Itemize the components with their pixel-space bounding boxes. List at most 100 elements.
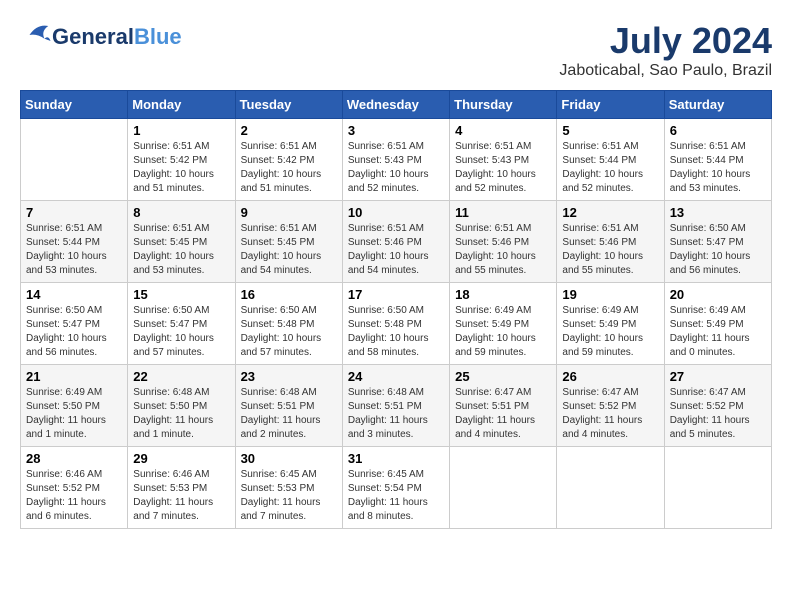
day-number: 4 [455,123,551,138]
calendar-cell: 15 Sunrise: 6:50 AM Sunset: 5:47 PM Dayli… [128,283,235,365]
day-number: 25 [455,369,551,384]
day-number: 17 [348,287,444,302]
calendar-cell: 23 Sunrise: 6:48 AM Sunset: 5:51 PM Dayli… [235,365,342,447]
page-header: GeneralBlue July 2024 Jaboticabal, Sao P… [20,20,772,80]
calendar-cell: 13 Sunrise: 6:50 AM Sunset: 5:47 PM Dayli… [664,201,771,283]
location: Jaboticabal, Sao Paulo, Brazil [559,62,772,80]
day-info: Sunrise: 6:51 AM Sunset: 5:44 PM Dayligh… [670,140,766,196]
calendar-cell: 27Sunrise: 6:47 AM Sunset: 5:52 PM Dayli… [664,365,771,447]
calendar-cell: 1Sunrise: 6:51 AM Sunset: 5:42 PM Daylig… [128,119,235,201]
day-number: 6 [670,123,766,138]
day-number: 11 [455,205,551,220]
calendar-cell: 12 Sunrise: 6:51 AM Sunset: 5:46 PM Dayli… [557,201,664,283]
day-info: Sunrise: 6:51 AM Sunset: 5:46 PM Dayligh… [562,222,658,278]
day-number: 21 [26,369,122,384]
day-info: Sunrise: 6:51 AM Sunset: 5:45 PM Dayligh… [241,222,337,278]
day-info: Sunrise: 6:45 AM Sunset: 5:54 PM Dayligh… [348,468,444,524]
day-info: Sunrise: 6:51 AM Sunset: 5:43 PM Dayligh… [348,140,444,196]
month-title: July 2024 [559,20,772,62]
calendar-cell: 22 Sunrise: 6:48 AM Sunset: 5:50 PM Dayli… [128,365,235,447]
calendar-cell: 3 Sunrise: 6:51 AM Sunset: 5:43 PM Daylig… [342,119,449,201]
calendar-table: SundayMondayTuesdayWednesdayThursdayFrid… [20,90,772,529]
calendar-cell: 10 Sunrise: 6:51 AM Sunset: 5:46 PM Dayli… [342,201,449,283]
logo: GeneralBlue [20,20,182,55]
day-info: Sunrise: 6:47 AM Sunset: 5:51 PM Dayligh… [455,386,551,442]
day-number: 3 [348,123,444,138]
logo-bird-icon [22,20,52,50]
calendar-cell: 30Sunrise: 6:45 AM Sunset: 5:53 PM Dayli… [235,447,342,529]
calendar-week-5: 28 Sunrise: 6:46 AM Sunset: 5:52 PM Dayli… [21,447,772,529]
calendar-cell [21,119,128,201]
calendar-cell [557,447,664,529]
column-header-wednesday: Wednesday [342,91,449,119]
day-number: 9 [241,205,337,220]
day-number: 7 [26,205,122,220]
calendar-week-1: 1Sunrise: 6:51 AM Sunset: 5:42 PM Daylig… [21,119,772,201]
day-info: Sunrise: 6:50 AM Sunset: 5:48 PM Dayligh… [348,304,444,360]
day-number: 22 [133,369,229,384]
calendar-week-2: 7Sunrise: 6:51 AM Sunset: 5:44 PM Daylig… [21,201,772,283]
calendar-cell: 2 Sunrise: 6:51 AM Sunset: 5:42 PM Daylig… [235,119,342,201]
calendar-cell: 5 Sunrise: 6:51 AM Sunset: 5:44 PM Daylig… [557,119,664,201]
header-row: SundayMondayTuesdayWednesdayThursdayFrid… [21,91,772,119]
calendar-cell: 11Sunrise: 6:51 AM Sunset: 5:46 PM Dayli… [450,201,557,283]
calendar-cell: 31 Sunrise: 6:45 AM Sunset: 5:54 PM Dayli… [342,447,449,529]
day-info: Sunrise: 6:51 AM Sunset: 5:45 PM Dayligh… [133,222,229,278]
day-info: Sunrise: 6:49 AM Sunset: 5:49 PM Dayligh… [670,304,766,360]
day-number: 19 [562,287,658,302]
day-info: Sunrise: 6:50 AM Sunset: 5:47 PM Dayligh… [670,222,766,278]
calendar-cell [664,447,771,529]
column-header-thursday: Thursday [450,91,557,119]
calendar-cell: 7Sunrise: 6:51 AM Sunset: 5:44 PM Daylig… [21,201,128,283]
calendar-cell: 9 Sunrise: 6:51 AM Sunset: 5:45 PM Daylig… [235,201,342,283]
day-number: 28 [26,451,122,466]
day-number: 10 [348,205,444,220]
calendar-cell: 8 Sunrise: 6:51 AM Sunset: 5:45 PM Daylig… [128,201,235,283]
day-number: 13 [670,205,766,220]
column-header-monday: Monday [128,91,235,119]
calendar-cell: 25 Sunrise: 6:47 AM Sunset: 5:51 PM Dayli… [450,365,557,447]
calendar-cell: 28 Sunrise: 6:46 AM Sunset: 5:52 PM Dayli… [21,447,128,529]
day-info: Sunrise: 6:48 AM Sunset: 5:51 PM Dayligh… [241,386,337,442]
day-info: Sunrise: 6:48 AM Sunset: 5:50 PM Dayligh… [133,386,229,442]
calendar-cell: 6 Sunrise: 6:51 AM Sunset: 5:44 PM Daylig… [664,119,771,201]
day-number: 23 [241,369,337,384]
day-number: 24 [348,369,444,384]
day-info: Sunrise: 6:50 AM Sunset: 5:48 PM Dayligh… [241,304,337,360]
day-number: 15 [133,287,229,302]
calendar-header: SundayMondayTuesdayWednesdayThursdayFrid… [21,91,772,119]
calendar-cell: 19Sunrise: 6:49 AM Sunset: 5:49 PM Dayli… [557,283,664,365]
logo-text: GeneralBlue [52,25,182,49]
day-info: Sunrise: 6:51 AM Sunset: 5:44 PM Dayligh… [562,140,658,196]
day-info: Sunrise: 6:51 AM Sunset: 5:43 PM Dayligh… [455,140,551,196]
day-info: Sunrise: 6:47 AM Sunset: 5:52 PM Dayligh… [562,386,658,442]
day-info: Sunrise: 6:46 AM Sunset: 5:53 PM Dayligh… [133,468,229,524]
day-number: 12 [562,205,658,220]
day-number: 29 [133,451,229,466]
day-number: 5 [562,123,658,138]
day-info: Sunrise: 6:50 AM Sunset: 5:47 PM Dayligh… [26,304,122,360]
title-block: July 2024 Jaboticabal, Sao Paulo, Brazil [559,20,772,80]
day-info: Sunrise: 6:48 AM Sunset: 5:51 PM Dayligh… [348,386,444,442]
day-number: 18 [455,287,551,302]
day-info: Sunrise: 6:46 AM Sunset: 5:52 PM Dayligh… [26,468,122,524]
day-info: Sunrise: 6:45 AM Sunset: 5:53 PM Dayligh… [241,468,337,524]
calendar-cell [450,447,557,529]
column-header-sunday: Sunday [21,91,128,119]
calendar-cell: 21Sunrise: 6:49 AM Sunset: 5:50 PM Dayli… [21,365,128,447]
day-info: Sunrise: 6:47 AM Sunset: 5:52 PM Dayligh… [670,386,766,442]
day-number: 14 [26,287,122,302]
day-info: Sunrise: 6:50 AM Sunset: 5:47 PM Dayligh… [133,304,229,360]
day-number: 20 [670,287,766,302]
day-info: Sunrise: 6:51 AM Sunset: 5:46 PM Dayligh… [348,222,444,278]
calendar-week-4: 21Sunrise: 6:49 AM Sunset: 5:50 PM Dayli… [21,365,772,447]
day-info: Sunrise: 6:51 AM Sunset: 5:42 PM Dayligh… [241,140,337,196]
day-number: 31 [348,451,444,466]
column-header-tuesday: Tuesday [235,91,342,119]
day-number: 2 [241,123,337,138]
calendar-cell: 16Sunrise: 6:50 AM Sunset: 5:48 PM Dayli… [235,283,342,365]
day-number: 8 [133,205,229,220]
day-info: Sunrise: 6:49 AM Sunset: 5:49 PM Dayligh… [455,304,551,360]
column-header-saturday: Saturday [664,91,771,119]
calendar-cell: 17 Sunrise: 6:50 AM Sunset: 5:48 PM Dayli… [342,283,449,365]
